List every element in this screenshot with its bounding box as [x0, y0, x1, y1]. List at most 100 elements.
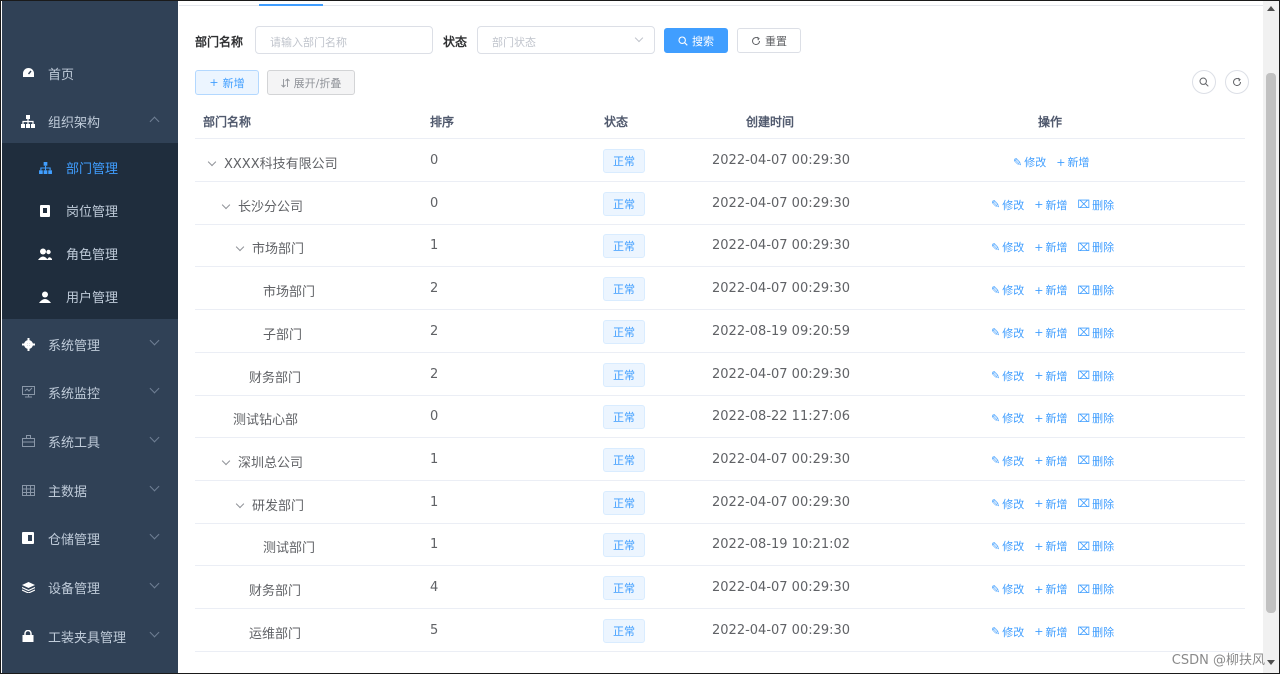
- sidebar-subitem-user[interactable]: 用户管理: [2, 275, 178, 318]
- edit-icon: ✎: [991, 283, 1001, 297]
- toggle-search-button[interactable]: [1192, 70, 1216, 94]
- sidebar-subitem-role[interactable]: 角色管理: [2, 232, 178, 275]
- scroll-up-arrow-icon[interactable]: [1267, 6, 1275, 11]
- add-button[interactable]: + 新增: [1034, 538, 1067, 554]
- sidebar-item-monitor[interactable]: 系统监控: [2, 368, 178, 416]
- trash-icon: ⌧: [1077, 240, 1091, 254]
- row-actions: ✎ 修改 + 新增 ⌧ 删除: [991, 581, 1114, 597]
- sidebar-item-warehouse[interactable]: 仓储管理: [2, 514, 178, 562]
- reset-button[interactable]: 重置: [737, 28, 801, 53]
- refresh-button[interactable]: [1225, 70, 1249, 94]
- sidebar-item-fixture[interactable]: 工装夹具管理: [2, 612, 178, 660]
- table-row: 市场部门 2 正常 2022-04-07 00:29:30 ✎ 修改 + 新增 ⌧ 删除: [195, 267, 1245, 311]
- add-label: 新增: [1045, 198, 1068, 212]
- delete-button[interactable]: ⌧ 删除: [1077, 538, 1114, 554]
- edit-button[interactable]: ✎ 修改: [991, 496, 1024, 512]
- scrollbar-thumb[interactable]: [1266, 73, 1276, 613]
- edit-button[interactable]: ✎ 修改: [991, 239, 1024, 255]
- plus-icon: +: [1034, 539, 1044, 553]
- dept-name-input[interactable]: 请输入部门名称: [255, 26, 433, 54]
- dept-name-cell: 研发部门: [235, 495, 304, 514]
- sidebar-item-equipment[interactable]: 设备管理: [2, 563, 178, 611]
- refresh-icon: [752, 36, 761, 45]
- edit-button[interactable]: ✎ 修改: [991, 581, 1024, 597]
- edit-button[interactable]: ✎ 修改: [991, 624, 1024, 640]
- dept-name-text: 市场部门: [252, 242, 305, 258]
- sidebar-item-system[interactable]: 系统管理: [2, 320, 178, 368]
- main-content: 部门名称 请输入部门名称 状态 部门状态 搜索 重置 + 新增 展开/折叠 部门…: [179, 1, 1263, 673]
- edit-button[interactable]: ✎ 修改: [991, 368, 1024, 384]
- edit-label: 修改: [1002, 583, 1025, 596]
- status-select[interactable]: 部门状态: [477, 26, 655, 54]
- edit-label: 修改: [1002, 284, 1025, 298]
- trash-icon: ⌧: [1077, 539, 1091, 553]
- add-button[interactable]: + 新增: [1034, 197, 1067, 213]
- add-button[interactable]: + 新增: [1034, 239, 1067, 255]
- delete-button[interactable]: ⌧ 删除: [1077, 282, 1114, 298]
- delete-label: 删除: [1092, 497, 1115, 511]
- plus-icon: +: [1034, 411, 1044, 425]
- column-header-order: 排序: [430, 115, 455, 129]
- sidebar-subitem-label: 角色管理: [66, 248, 119, 263]
- add-button[interactable]: + 新增: [1034, 496, 1067, 512]
- trash-icon: ⌧: [1077, 497, 1091, 511]
- vertical-scrollbar[interactable]: [1263, 1, 1279, 673]
- sidebar-subitem-dept[interactable]: 部门管理: [2, 146, 178, 189]
- order-cell: 0: [430, 153, 439, 168]
- table-row: 财务部门 4 正常 2022-04-07 00:29:30 ✎ 修改 + 新增 ⌧ 删除: [195, 566, 1245, 609]
- expand-arrow-icon[interactable]: [235, 243, 245, 252]
- gear-icon: [21, 337, 35, 351]
- table-row: 子部门 2 正常 2022-08-19 09:20:59 ✎ 修改 + 新增 ⌧ 删除: [195, 310, 1245, 353]
- delete-button[interactable]: ⌧ 删除: [1077, 239, 1114, 255]
- add-label: 新增: [1045, 369, 1068, 383]
- trash-icon: ⌧: [1077, 198, 1091, 212]
- edit-button[interactable]: ✎ 修改: [991, 410, 1024, 426]
- edit-label: 修改: [1002, 198, 1025, 212]
- delete-button[interactable]: ⌧ 删除: [1077, 496, 1114, 512]
- search-button[interactable]: 搜索: [664, 28, 728, 53]
- sidebar-item-home[interactable]: 首页: [2, 49, 178, 97]
- add-button[interactable]: + 新增: [1034, 624, 1067, 640]
- add-button[interactable]: + 新增: [1034, 282, 1067, 298]
- delete-button[interactable]: ⌧ 删除: [1077, 410, 1114, 426]
- sidebar-subitem-post[interactable]: 岗位管理: [2, 189, 178, 232]
- add-button[interactable]: + 新增: [1034, 581, 1067, 597]
- add-button[interactable]: + 新增: [195, 70, 259, 95]
- add-button[interactable]: + 新增: [1034, 410, 1067, 426]
- expand-collapse-button[interactable]: 展开/折叠: [267, 70, 355, 95]
- delete-button[interactable]: ⌧ 删除: [1077, 197, 1114, 213]
- add-button[interactable]: + 新增: [1056, 154, 1089, 170]
- add-button[interactable]: + 新增: [1034, 453, 1067, 469]
- delete-button[interactable]: ⌧ 删除: [1077, 581, 1114, 597]
- row-actions: ✎ 修改 + 新增 ⌧ 删除: [991, 197, 1114, 213]
- expand-arrow-icon[interactable]: [207, 157, 217, 167]
- chevron-up-icon: [149, 116, 160, 127]
- edit-button[interactable]: ✎ 修改: [1013, 154, 1046, 170]
- edit-label: 修改: [1002, 412, 1025, 426]
- delete-button[interactable]: ⌧ 删除: [1077, 325, 1114, 341]
- add-button[interactable]: + 新增: [1034, 325, 1067, 341]
- status-badge: 正常: [603, 149, 645, 173]
- edit-button[interactable]: ✎ 修改: [991, 538, 1024, 554]
- delete-button[interactable]: ⌧ 删除: [1077, 453, 1114, 469]
- add-label: 新增: [1045, 412, 1068, 426]
- expand-arrow-icon[interactable]: [221, 200, 231, 209]
- delete-button[interactable]: ⌧ 删除: [1077, 368, 1114, 384]
- sidebar-subitem-label: 岗位管理: [66, 205, 119, 220]
- expand-arrow-icon[interactable]: [235, 499, 245, 508]
- sidebar-item-masterdata[interactable]: 主数据: [2, 466, 178, 514]
- sidebar-item-tools[interactable]: 系统工具: [2, 417, 178, 465]
- scroll-down-arrow-icon[interactable]: [1267, 660, 1275, 665]
- sidebar-item-org[interactable]: 组织架构: [2, 97, 178, 145]
- table-row: 长沙分公司 0 正常 2022-04-07 00:29:30 ✎ 修改 + 新增 ⌧ 删除: [195, 182, 1245, 225]
- app-window: 首页 组织架构 部门管理 岗位管理 角色管理 用户管理 系统管理 系统监控 系统…: [0, 0, 1280, 674]
- expand-arrow-icon[interactable]: [221, 456, 231, 466]
- edit-button[interactable]: ✎ 修改: [991, 197, 1024, 213]
- edit-button[interactable]: ✎ 修改: [991, 325, 1024, 341]
- add-button[interactable]: + 新增: [1034, 368, 1067, 384]
- edit-button[interactable]: ✎ 修改: [991, 453, 1024, 469]
- sidebar-item-label: 工装夹具管理: [48, 630, 127, 646]
- dept-name-text: 市场部门: [263, 285, 316, 301]
- edit-button[interactable]: ✎ 修改: [991, 282, 1024, 298]
- delete-button[interactable]: ⌧ 删除: [1077, 624, 1114, 640]
